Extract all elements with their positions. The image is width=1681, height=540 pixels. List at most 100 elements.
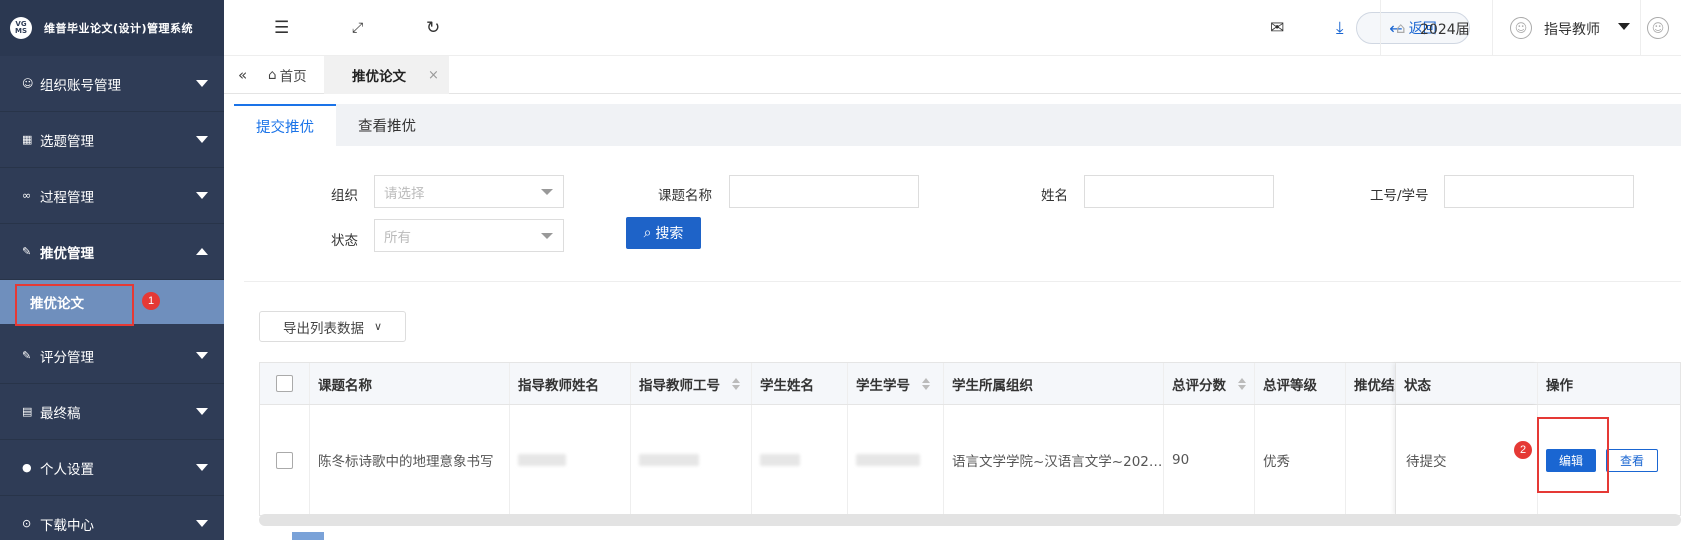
col-actions: 操作 — [1538, 363, 1681, 404]
col-label: 操作 — [1546, 377, 1573, 394]
chevron-down-icon: ∨ — [373, 320, 383, 333]
view-button[interactable]: 查看 — [1606, 448, 1658, 472]
graduation-year[interactable]: 2024届 — [1420, 19, 1470, 39]
tab-view-recommendation[interactable]: 查看推优 — [336, 104, 438, 146]
table-row: 陈冬标诗歌中的地理意象书写 语言文学学院~汉语言文学~202… 90 优秀 待提… — [260, 405, 1680, 515]
app-title: 维普毕业论文(设计)管理系统 — [44, 22, 194, 35]
download-icon[interactable]: ⤓ — [1336, 18, 1344, 38]
refresh-icon[interactable]: ↻ — [426, 18, 440, 38]
sidebar-item-label: 个人设置 — [40, 461, 94, 478]
col-student-name[interactable]: 学生姓名 — [752, 363, 848, 404]
cell-topic: 陈冬标诗歌中的地理意象书写 — [310, 405, 510, 515]
sidebar-item-label: 推优管理 — [40, 245, 94, 262]
user-icon: ● — [22, 461, 32, 474]
name-input[interactable] — [1084, 175, 1274, 208]
edit-icon: ✎ — [22, 349, 32, 362]
org-select[interactable]: 请选择 — [374, 175, 564, 208]
status-select[interactable]: 所有 — [374, 219, 564, 252]
col-total-score[interactable]: 总评分数 — [1164, 363, 1255, 404]
cell-status: 待提交 — [1396, 405, 1538, 515]
sidebar-item-label: 下载中心 — [40, 517, 94, 534]
user-avatar-icon[interactable]: ☺ — [1510, 17, 1532, 39]
sidebar-item-scoring[interactable]: ✎ 评分管理 — [0, 328, 224, 384]
edit-icon: ✎ — [22, 245, 32, 258]
col-total-grade[interactable]: 总评等级 — [1255, 363, 1346, 404]
chevron-down-icon — [196, 408, 208, 415]
search-button[interactable]: ⌕ 搜索 — [626, 217, 701, 249]
col-label: 课题名称 — [318, 377, 372, 394]
chevron-up-icon — [196, 248, 208, 255]
building-icon: ⌂ — [1396, 19, 1406, 37]
sort-icon[interactable] — [922, 377, 930, 390]
step-marker: 1 — [142, 292, 160, 310]
row-select-cell — [260, 405, 310, 515]
topic-label: 课题名称 — [658, 188, 712, 204]
top-header: ☰ ⤢ ↻ ← 返回 ✉ ⤓ ⌂ 2024届 ☺ 指导教师 ☺ — [224, 0, 1681, 56]
col-status[interactable]: 状态 — [1396, 363, 1538, 404]
close-icon[interactable]: × — [428, 68, 439, 83]
col-topic[interactable]: 课题名称 — [310, 363, 510, 404]
select-all-checkbox[interactable] — [276, 375, 293, 392]
col-student-org[interactable]: 学生所属组织 — [944, 363, 1164, 404]
col-teacher-id[interactable]: 指导教师工号 — [631, 363, 752, 404]
search-label: 搜索 — [655, 226, 684, 242]
collapse-tabs-icon[interactable]: « — [238, 56, 247, 94]
chevron-down-icon — [196, 520, 208, 527]
user-role[interactable]: 指导教师 — [1544, 19, 1600, 39]
horizontal-scrollbar[interactable] — [259, 514, 1681, 526]
data-table: 课题名称 指导教师姓名 指导教师工号 学生姓名 学生学号 学生所属组织 总评分数… — [259, 362, 1681, 516]
redacted-text — [760, 454, 800, 466]
id-input[interactable] — [1444, 175, 1634, 208]
tab-recommended-papers[interactable]: 推优论文 × — [324, 56, 449, 94]
cell-student-id — [848, 405, 944, 515]
cell-total-grade: 优秀 — [1255, 405, 1346, 515]
chevron-down-icon — [541, 189, 553, 195]
col-label: 总评等级 — [1263, 377, 1317, 394]
tab-home[interactable]: ⌂ 首页 — [262, 56, 313, 94]
sidebar-item-label: 最终稿 — [40, 405, 81, 422]
sidebar-item-topic-selection[interactable]: ▦ 选题管理 — [0, 112, 224, 168]
cell-student-org: 语言文学学院~汉语言文学~202… — [944, 405, 1164, 515]
col-label: 学生所属组织 — [952, 377, 1033, 394]
col-recommend-result[interactable]: 推优结果 — [1346, 363, 1396, 404]
caret-down-icon[interactable] — [1618, 23, 1630, 30]
col-label: 指导教师工号 — [639, 377, 720, 394]
tab-submit-recommendation[interactable]: 提交推优 — [234, 104, 336, 146]
col-label: 总评分数 — [1172, 377, 1226, 394]
col-teacher-name[interactable]: 指导教师姓名 — [510, 363, 631, 404]
col-student-id[interactable]: 学生学号 — [848, 363, 944, 404]
fullscreen-icon[interactable]: ⤢ — [352, 20, 363, 36]
sidebar-item-org-accounts[interactable]: ☺ 组织账号管理 — [0, 56, 224, 112]
tab-label: 推优论文 — [352, 69, 406, 85]
document-icon: ▤ — [22, 405, 33, 418]
divider — [244, 281, 1681, 282]
pagination-current-page[interactable] — [292, 532, 324, 540]
export-button[interactable]: 导出列表数据 ∨ — [259, 311, 406, 342]
sidebar-item-process[interactable]: ∞ 过程管理 — [0, 168, 224, 224]
mail-icon[interactable]: ✉ — [1270, 18, 1284, 38]
download-circle-icon: ⊙ — [22, 517, 32, 530]
home-icon: ⌂ — [268, 67, 277, 83]
col-label: 状态 — [1404, 377, 1431, 394]
sidebar-item-personal-settings[interactable]: ● 个人设置 — [0, 440, 224, 496]
sort-icon[interactable] — [1238, 377, 1246, 390]
cell-teacher-name — [510, 405, 631, 515]
sidebar-item-label: 组织账号管理 — [40, 77, 121, 94]
row-checkbox[interactable] — [276, 451, 293, 469]
sidebar-item-recommendation[interactable]: ✎ 推优管理 — [0, 224, 224, 280]
logo-badge-icon: VG MS — [10, 17, 32, 39]
redacted-text — [518, 454, 566, 466]
sidebar-item-label: 过程管理 — [40, 189, 94, 206]
settings-avatar-icon[interactable]: ☺ — [1647, 17, 1669, 39]
org-label: 组织 — [331, 188, 358, 204]
topic-input[interactable] — [729, 175, 919, 208]
sort-icon[interactable] — [732, 377, 740, 390]
name-label: 姓名 — [1041, 188, 1068, 204]
sidebar-item-final-draft[interactable]: ▤ 最终稿 — [0, 384, 224, 440]
app-logo: VG MS 维普毕业论文(设计)管理系统 — [0, 0, 224, 56]
menu-toggle-icon[interactable]: ☰ — [274, 18, 289, 38]
redacted-text — [639, 454, 699, 466]
cell-recommend-result — [1346, 405, 1396, 515]
sidebar-item-download-center[interactable]: ⊙ 下载中心 — [0, 496, 224, 540]
sidebar-item-label: 评分管理 — [40, 349, 94, 366]
